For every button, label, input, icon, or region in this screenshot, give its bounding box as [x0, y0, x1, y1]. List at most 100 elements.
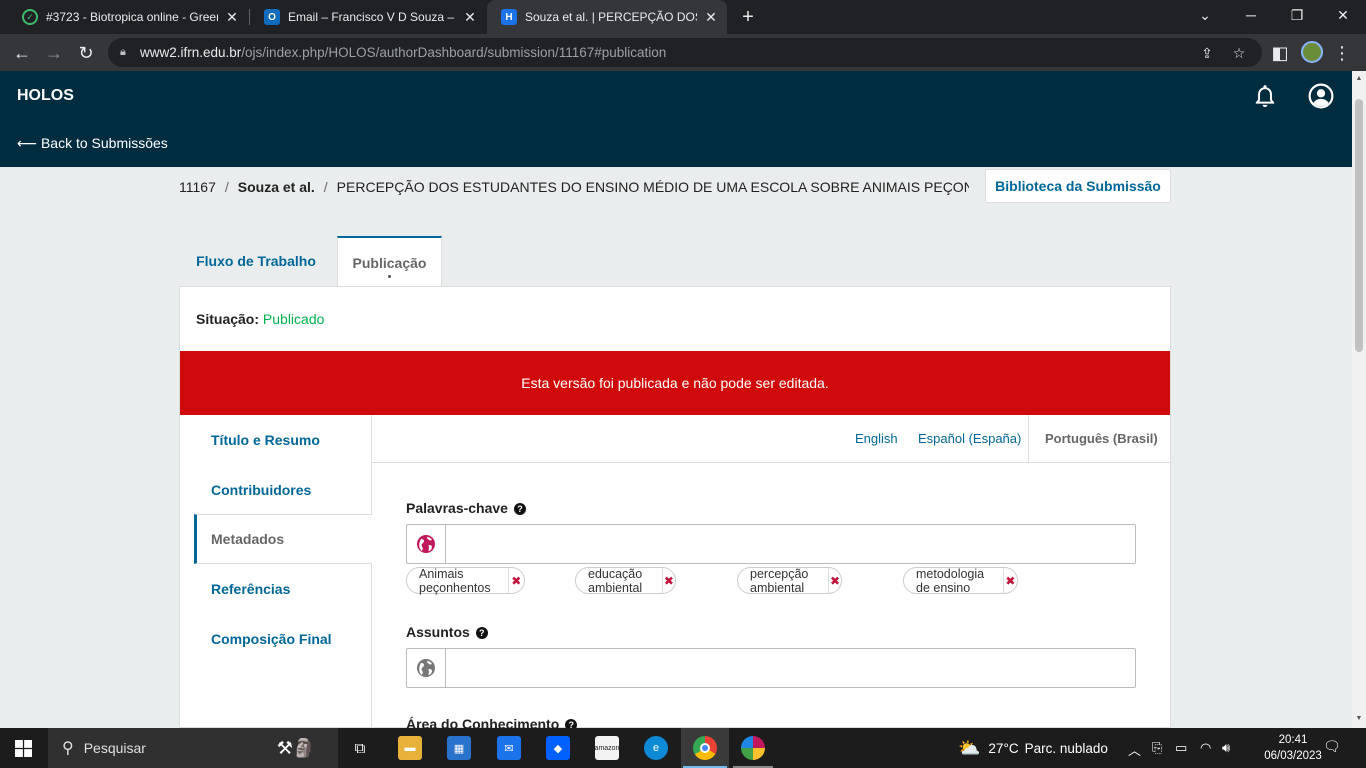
scroll-down-arrow-icon[interactable]: ▼ [1355, 715, 1363, 722]
page-scrollbar[interactable]: ▲ ▼ [1352, 71, 1366, 728]
bookmark-star-icon[interactable]: ☆ [1230, 44, 1248, 62]
taskbar-clock[interactable]: 20:41 06/03/2023 [1262, 732, 1324, 764]
site-brand[interactable]: HOLOS [17, 87, 74, 105]
close-icon[interactable]: ✕ [703, 9, 719, 25]
language-switcher: English Español (España) Português (Bras… [372, 415, 1170, 463]
mail-icon[interactable]: ✉ [497, 736, 521, 760]
browser-tabstrip: ✓ #3723 - Biotropica online - Green ✕ O … [0, 0, 1366, 34]
bell-icon[interactable] [1252, 83, 1278, 109]
tab-publication[interactable]: Publicação [337, 236, 442, 287]
close-icon[interactable]: ✕ [224, 9, 240, 25]
profile-avatar[interactable] [1301, 41, 1323, 63]
keywords-input[interactable] [406, 524, 1136, 564]
browser-tab-souza[interactable]: H Souza et al. | PERCEPÇÃO DOS ES ✕ [487, 0, 727, 34]
keyword-tag: educação ambiental ✖ [575, 567, 677, 595]
restore-button[interactable]: ❐ [1274, 0, 1320, 30]
browser-toolbar: ← → ↻ 🔒︎ www2.ifrn.edu.br/ojs/index.php/… [0, 34, 1366, 71]
remove-tag-icon[interactable]: ✖ [1004, 574, 1017, 588]
dropbox-icon[interactable]: ◆ [546, 736, 570, 760]
amazon-icon[interactable]: amazon [595, 736, 619, 760]
breadcrumb: 11167 / Souza et al. / PERCEPÇÃO DOS ESTUDAN… [179, 179, 969, 195]
tab-workflow[interactable]: Fluxo de Trabalho [180, 236, 332, 286]
temperature: 27°C [988, 740, 1019, 756]
search-placeholder: Pesquisar [83, 740, 146, 756]
sidenav-item-references[interactable]: Referências [194, 564, 372, 614]
holos-icon: H [501, 9, 517, 25]
multilingual-toggle[interactable] [407, 525, 446, 563]
notification-center-icon[interactable]: 🗨︎ [1323, 738, 1341, 756]
clock-time: 20:41 [1278, 734, 1308, 746]
volume-icon[interactable]: 🔊︎ [1222, 740, 1230, 756]
lang-spanish[interactable]: Español (España) [918, 431, 1021, 446]
remove-tag-icon[interactable]: ✖ [663, 574, 676, 588]
status-value: Publicado [262, 311, 325, 327]
url-path: /ojs/index.php/HOLOS/authorDashboard/sub… [241, 45, 667, 60]
scroll-up-arrow-icon[interactable]: ▲ [1355, 75, 1363, 82]
file-explorer-icon[interactable]: ▬ [398, 736, 422, 760]
tab-publication-label: Publicação [352, 254, 427, 271]
chrome-icon[interactable] [693, 736, 717, 760]
help-icon[interactable]: ? [475, 627, 488, 639]
edge-icon[interactable]: e [644, 736, 668, 760]
publication-sidenav: Título e Resumo Contribuidores Metadados… [180, 415, 372, 728]
search-highlight-icon[interactable]: ⚒🗿 [262, 736, 330, 760]
close-icon[interactable]: ✕ [462, 9, 478, 25]
weather-widget[interactable]: ⛅ 27°C Parc. nublado [958, 728, 1108, 768]
outlook-icon: O [264, 9, 280, 25]
remove-tag-icon[interactable]: ✖ [509, 574, 524, 588]
browser-tab-email[interactable]: O Email – Francisco V D Souza – Out ✕ [250, 0, 486, 34]
subjects-input[interactable] [406, 648, 1136, 688]
chevron-up-icon[interactable]: ︿ [1128, 740, 1141, 759]
user-account-icon[interactable] [1308, 83, 1334, 109]
keyword-tag-text: metodologia de ensino [904, 567, 1004, 595]
submission-library-button[interactable]: Biblioteca da Submissão [985, 169, 1171, 203]
tab-search-button[interactable]: ⌄ [1182, 0, 1228, 30]
sidenav-divider [371, 564, 372, 728]
weather-condition: Parc. nublado [1024, 740, 1108, 756]
windows-start-icon[interactable] [15, 740, 32, 757]
submission-authors: Souza et al. [237, 179, 315, 195]
sidenav-item-title-abstract[interactable]: Título e Resumo [194, 415, 372, 465]
browser-tab-biotropica[interactable]: ✓ #3723 - Biotropica online - Green ✕ [8, 0, 248, 34]
close-window-button[interactable]: ✕ [1320, 0, 1366, 30]
new-tab-button[interactable]: + [736, 6, 760, 28]
globe-icon [417, 535, 435, 553]
remove-tag-icon[interactable]: ✖ [829, 574, 842, 588]
breadcrumb-separator: / [323, 179, 328, 195]
forward-arrow-icon[interactable]: → [40, 39, 68, 67]
minimize-button[interactable]: ─ [1228, 0, 1274, 30]
clock-date: 06/03/2023 [1264, 750, 1322, 762]
submission-id: 11167 [179, 179, 216, 195]
photos-app-icon[interactable] [741, 736, 765, 760]
lang-divider [1028, 415, 1029, 463]
help-icon[interactable]: ? [513, 503, 526, 515]
subjects-label-text: Assuntos [406, 624, 470, 640]
sidenav-item-metadata[interactable]: Metadados [194, 514, 372, 564]
address-bar[interactable]: 🔒︎ www2.ifrn.edu.br/ojs/index.php/HOLOS/… [108, 38, 1262, 67]
lock-icon: 🔒︎ [120, 46, 126, 58]
subjects-label: Assuntos? [406, 624, 488, 640]
published-warning-banner: Esta versão foi publicada e não pode ser… [180, 351, 1170, 415]
multilingual-toggle[interactable] [407, 649, 446, 687]
lang-portuguese[interactable]: Português (Brasil) [1045, 431, 1158, 446]
help-icon[interactable]: ? [565, 719, 578, 728]
sidenav-item-galleys[interactable]: Composição Final [194, 614, 372, 664]
sidenav-item-contributors[interactable]: Contribuidores [194, 465, 372, 515]
back-to-submissions-link[interactable]: ⟵ Back to Submissões [17, 135, 168, 152]
wifi-icon[interactable]: ◠ [1200, 740, 1211, 756]
side-panel-icon[interactable]: ◧ [1266, 39, 1294, 67]
scroll-thumb[interactable] [1355, 99, 1363, 352]
task-view-icon[interactable]: ⧉ [348, 736, 372, 760]
menu-dots-icon[interactable]: ⋮ [1328, 39, 1356, 67]
reload-icon[interactable]: ↻ [72, 39, 100, 67]
browser-tab-title: Email – Francisco V D Souza – Out [288, 10, 456, 24]
microsoft-store-icon[interactable]: ▦ [447, 736, 471, 760]
battery-icon[interactable]: ▭ [1175, 740, 1187, 756]
meet-now-icon[interactable]: ⎘ [1152, 740, 1162, 756]
share-icon[interactable]: ⇪ [1198, 44, 1216, 62]
back-arrow-icon[interactable]: ← [8, 39, 36, 67]
windows-taskbar: ⚲ Pesquisar ⚒🗿 ⧉ ▬ ▦ ✉ ◆ amazon e ⛅ 27°C… [0, 728, 1366, 768]
check-circle-icon: ✓ [22, 9, 38, 25]
area-label: Área do Conhecimento? [406, 716, 578, 728]
lang-english[interactable]: English [855, 431, 898, 446]
